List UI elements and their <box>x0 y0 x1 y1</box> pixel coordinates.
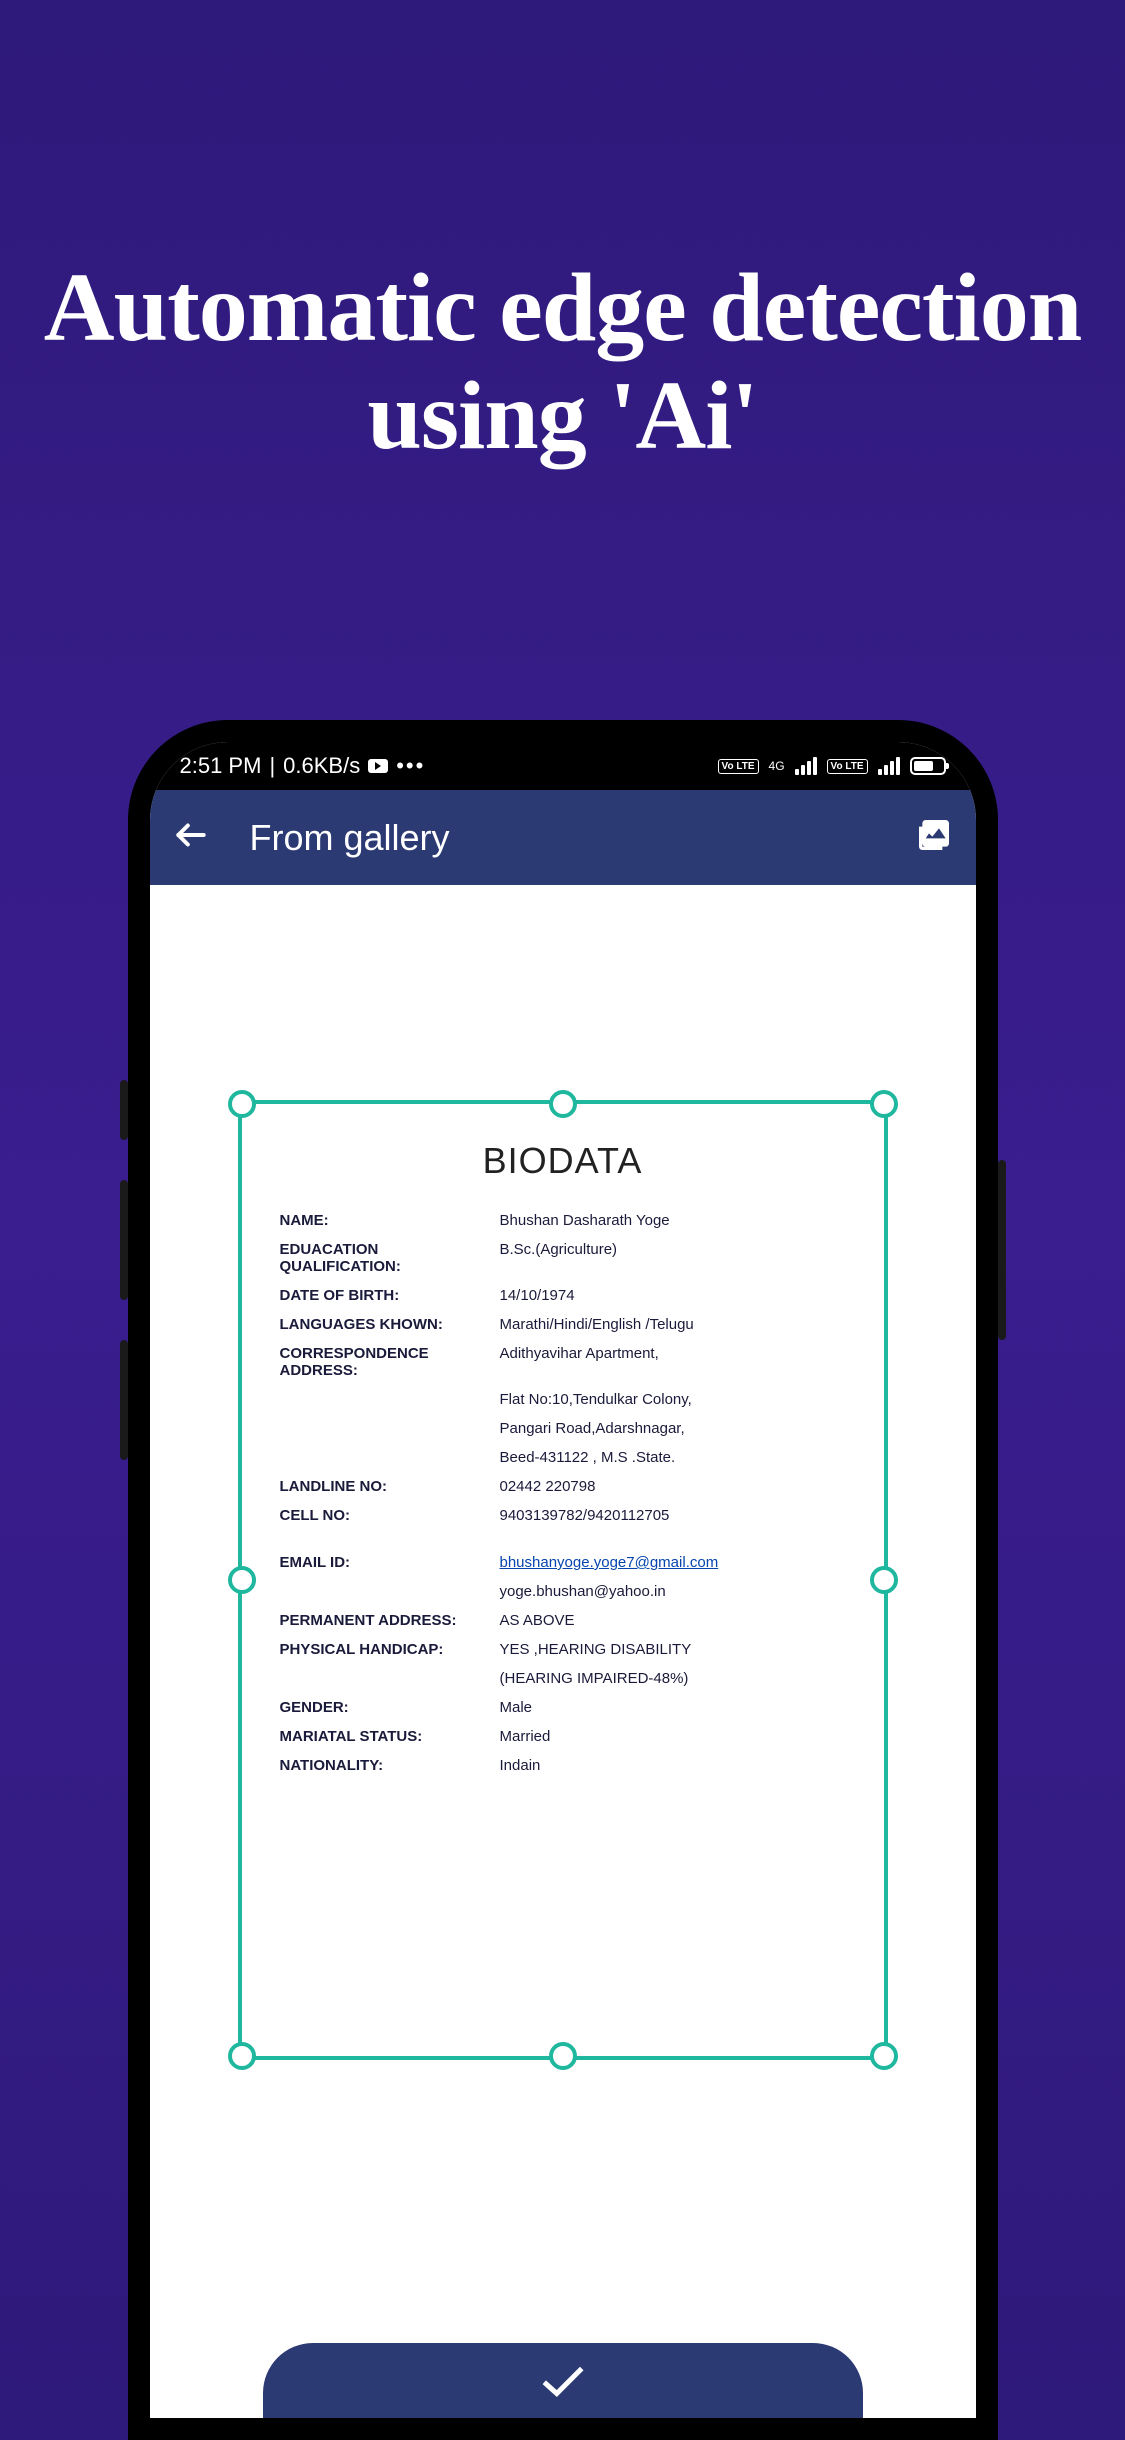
gallery-button[interactable] <box>914 815 954 860</box>
phone-side-button <box>120 1080 128 1140</box>
checkmark-icon <box>538 2361 588 2401</box>
battery-icon <box>910 757 946 775</box>
confirm-crop-button[interactable] <box>263 2343 863 2418</box>
signal-bars-icon <box>878 757 900 775</box>
crop-handle-middle-right[interactable] <box>870 1566 898 1594</box>
status-bar: 2:51 PM | 0.6KB/s ••• Vo LTE 4G Vo LTE <box>150 742 976 790</box>
phone-side-button <box>998 1160 1006 1340</box>
phone-side-button <box>120 1180 128 1300</box>
volte-icon: Vo LTE <box>718 759 759 774</box>
volte-icon: Vo LTE <box>827 759 868 774</box>
crop-handle-bottom-middle[interactable] <box>549 2042 577 2070</box>
app-bar-title: From gallery <box>250 817 874 859</box>
status-bar-left: 2:51 PM | 0.6KB/s ••• <box>180 753 426 779</box>
promo-headline: Automatic edge detection using 'Ai' <box>0 0 1125 471</box>
more-notifications-icon: ••• <box>396 753 425 779</box>
status-time: 2:51 PM <box>180 753 262 779</box>
youtube-icon <box>368 759 388 773</box>
status-separator: | <box>269 753 275 779</box>
phone-mockup-frame: 2:51 PM | 0.6KB/s ••• Vo LTE 4G Vo LTE F… <box>128 720 998 2440</box>
crop-handle-bottom-left[interactable] <box>228 2042 256 2070</box>
scan-preview-area: BIODATA NAME: Bhushan Dasharath Yoge EDU… <box>150 885 976 2418</box>
app-bar: From gallery <box>150 790 976 885</box>
crop-handle-top-middle[interactable] <box>549 1090 577 1118</box>
crop-handle-top-right[interactable] <box>870 1090 898 1118</box>
back-button[interactable] <box>172 816 210 859</box>
signal-bars-icon <box>795 757 817 775</box>
crop-boundary[interactable] <box>238 1100 888 2060</box>
phone-side-button <box>120 1340 128 1460</box>
phone-screen: 2:51 PM | 0.6KB/s ••• Vo LTE 4G Vo LTE F… <box>150 742 976 2418</box>
status-bar-right: Vo LTE 4G Vo LTE <box>718 757 946 775</box>
signal-4g-label: 4G <box>769 759 785 773</box>
crop-handle-top-left[interactable] <box>228 1090 256 1118</box>
status-network-speed: 0.6KB/s <box>283 753 360 779</box>
crop-handle-middle-left[interactable] <box>228 1566 256 1594</box>
crop-handle-bottom-right[interactable] <box>870 2042 898 2070</box>
